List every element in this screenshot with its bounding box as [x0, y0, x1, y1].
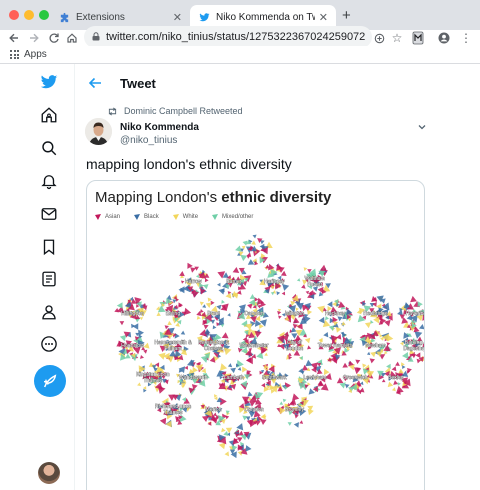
borough-label: Dagenham — [403, 346, 425, 352]
feather-icon — [43, 374, 57, 388]
author-avatar[interactable] — [85, 118, 112, 145]
borough-label: Ealing — [166, 311, 181, 317]
retweet-context[interactable]: Dominic Campbell Retweeted — [107, 106, 243, 116]
retweeted-by-text: Dominic Campbell Retweeted — [124, 106, 243, 116]
bookmarks-icon[interactable] — [39, 237, 59, 257]
puzzle-icon — [58, 12, 70, 24]
minimize-window-button[interactable] — [24, 10, 34, 20]
new-tab-button[interactable]: + — [342, 7, 351, 24]
borough-label: Hounslow — [121, 343, 144, 349]
borough-label: Bexley — [388, 375, 404, 381]
reload-icon[interactable] — [46, 30, 62, 46]
retweet-icon — [108, 107, 117, 115]
borough-label: Tower Hamlets — [318, 343, 353, 349]
borough-tile — [235, 234, 273, 266]
maximize-window-button[interactable] — [39, 10, 49, 20]
tweet-text: mapping london's ethnic diversity — [86, 156, 292, 172]
borough-tile — [216, 423, 252, 459]
borough-label: Islington — [285, 311, 304, 317]
address-bar[interactable]: twitter.com/niko_tinius/status/127532236… — [84, 26, 372, 48]
explore-icon[interactable] — [39, 138, 59, 158]
tweet-header: Tweet — [75, 64, 480, 104]
borough-label: London — [286, 346, 303, 352]
borough-map: Harrow Barnet Haringey WalthamForestHilling… — [114, 234, 425, 459]
borough-label: Harrow — [185, 279, 202, 285]
account-avatar[interactable] — [38, 462, 60, 484]
borough-label: Haringey — [264, 279, 285, 285]
borough-label: Westminster — [240, 343, 269, 349]
profile-icon[interactable] — [436, 30, 452, 46]
borough-label: Camden — [244, 311, 264, 317]
apps-grid-icon[interactable] — [10, 50, 19, 59]
borough-label: Barnet — [226, 279, 242, 285]
profile-icon[interactable] — [39, 302, 59, 322]
more-icon[interactable] — [39, 334, 59, 354]
home-icon[interactable] — [39, 105, 59, 125]
notifications-icon[interactable] — [39, 171, 59, 191]
compose-tweet-button[interactable] — [34, 365, 66, 397]
apps-bookmark[interactable]: Apps — [24, 49, 47, 60]
borough-label: Chelsea — [204, 346, 223, 352]
forward-icon[interactable] — [26, 30, 42, 46]
borough-label: Bromley — [285, 407, 304, 413]
bookmark-star-icon[interactable]: ☆ — [389, 30, 405, 46]
borough-label: Southwark — [262, 375, 287, 381]
borough-label: Greenwich — [343, 375, 368, 381]
borough-label: Thames — [164, 410, 183, 416]
author-name[interactable]: Niko Kommenda — [120, 122, 199, 133]
lists-icon[interactable] — [39, 269, 59, 289]
tab-title: Niko Kommenda on Twitter: "m — [216, 12, 315, 23]
url-text: twitter.com/niko_tinius/status/127532236… — [106, 31, 366, 43]
home-browser-icon[interactable] — [64, 30, 80, 46]
browser-toolbar: twitter.com/niko_tinius/status/127532236… — [0, 26, 480, 48]
page-title: Tweet — [120, 76, 156, 91]
tweet-column: Tweet Dominic Campbell Retweeted Niko Ko… — [75, 64, 480, 490]
menu-dots-icon[interactable]: ⋮ — [458, 30, 474, 46]
close-tab-icon[interactable]: ✕ — [173, 11, 182, 24]
bookmarks-bar: Apps — [0, 46, 480, 64]
tab-title: Extensions — [76, 12, 125, 23]
borough-label: Redbridge — [364, 311, 388, 317]
borough-label: Lewisham — [303, 375, 326, 381]
back-icon[interactable] — [6, 30, 22, 46]
close-window-button[interactable] — [9, 10, 19, 20]
twitter-bird-icon — [198, 12, 210, 24]
add-icon[interactable] — [371, 30, 387, 46]
back-arrow-icon[interactable] — [87, 75, 103, 91]
borough-label: Wandsworth — [179, 375, 208, 381]
chevron-down-icon[interactable] — [416, 120, 428, 132]
borough-label: Merton — [205, 407, 221, 413]
tweet-image-card[interactable]: Mapping London's ethnic diversity Asian B… — [86, 180, 425, 490]
twitter-logo-icon[interactable] — [39, 72, 59, 92]
lock-icon — [92, 31, 100, 43]
author-handle[interactable]: @niko_tinius — [120, 135, 177, 146]
borough-label: Croydon — [244, 407, 264, 413]
borough-label: Newham — [365, 343, 385, 349]
borough-label: Havering — [406, 311, 425, 317]
messages-icon[interactable] — [39, 204, 59, 224]
close-tab-icon[interactable]: ✕ — [319, 11, 328, 24]
extension-icon[interactable] — [410, 30, 426, 46]
borough-label: Fulham — [164, 346, 181, 352]
borough-label: Thames — [143, 378, 162, 384]
borough-label: Hackney — [325, 311, 346, 317]
borough-label: Forest — [307, 282, 322, 288]
borough-label: Lambeth — [224, 375, 244, 381]
borough-label: Brent — [207, 311, 220, 317]
borough-label: Hillingdon — [121, 311, 144, 317]
